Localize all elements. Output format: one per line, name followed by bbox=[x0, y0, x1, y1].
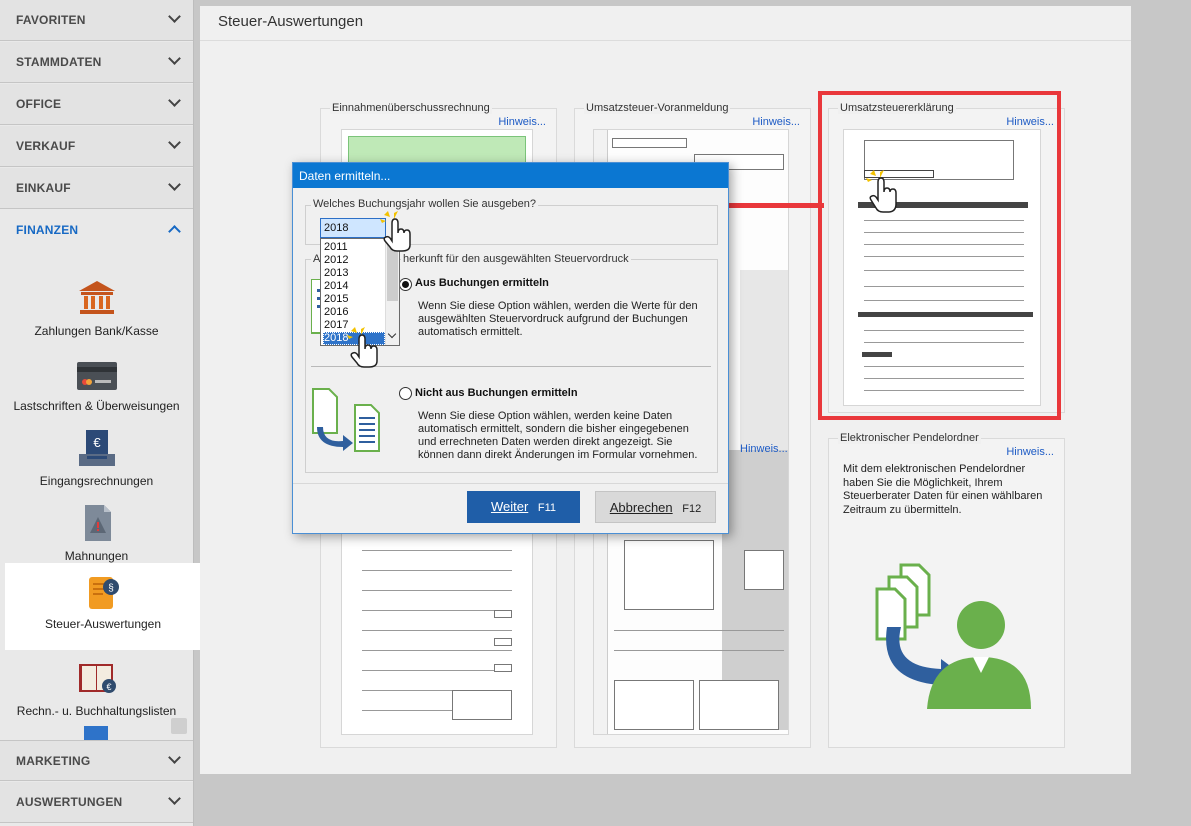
card-title: Elektronischer Pendelordner bbox=[838, 432, 981, 444]
hint-link[interactable]: Hinweis... bbox=[498, 116, 546, 128]
chevron-up-icon bbox=[168, 225, 181, 238]
option1-label[interactable]: Aus Buchungen ermitteln bbox=[415, 277, 549, 289]
svg-text:€: € bbox=[106, 682, 111, 692]
chevron-down-icon bbox=[168, 52, 181, 65]
hand-cursor-icon bbox=[866, 170, 897, 213]
year-group-label: Welches Buchungsjahr wollen Sie ausgeben… bbox=[311, 198, 538, 210]
sidebar-item-lastschriften[interactable]: Lastschriften & Überweisungen bbox=[0, 345, 193, 419]
credit-card-icon bbox=[76, 362, 117, 390]
card-pendelordner[interactable]: Elektronischer Pendelordner Hinweis... M… bbox=[828, 432, 1065, 748]
year-option[interactable]: 2014 bbox=[323, 280, 385, 293]
radio-aus-buchungen[interactable] bbox=[399, 278, 412, 291]
sidebar-item-mahnungen[interactable]: Mahnungen bbox=[0, 495, 193, 569]
dunning-warning-icon bbox=[84, 505, 111, 541]
tax-scroll-icon: § bbox=[89, 577, 119, 609]
weiter-button[interactable]: Weiter F11 bbox=[467, 491, 580, 523]
radio-nicht-aus-buchungen[interactable] bbox=[399, 387, 412, 400]
divider bbox=[200, 40, 1131, 41]
divider bbox=[293, 483, 728, 484]
incoming-invoice-icon: € bbox=[78, 430, 115, 466]
section-label: OFFICE bbox=[16, 97, 62, 111]
abbrechen-label: Abbrechen bbox=[609, 500, 673, 515]
sidebar-item-label: Mahnungen bbox=[64, 549, 129, 563]
hand-cursor-icon bbox=[380, 211, 411, 252]
sidebar-item-steuer-auswertungen[interactable]: § Steuer-Auswertungen bbox=[5, 563, 201, 650]
chevron-down-icon bbox=[168, 751, 181, 764]
svg-text:§: § bbox=[108, 583, 114, 594]
bank-icon bbox=[78, 281, 115, 314]
section-label: FAVORITEN bbox=[16, 13, 86, 27]
option1-description: Wenn Sie diese Option wählen, werden die… bbox=[418, 300, 698, 338]
option2-description: Wenn Sie diese Option wählen, werden kei… bbox=[418, 410, 698, 461]
sidebar-item-zahlungen[interactable]: Zahlungen Bank/Kasse bbox=[0, 270, 193, 344]
chevron-down-icon bbox=[168, 94, 181, 107]
abbrechen-shortcut: F12 bbox=[682, 503, 702, 515]
weiter-label: Weiter bbox=[490, 499, 529, 514]
sidebar-item-label: Steuer-Auswertungen bbox=[44, 617, 162, 631]
section-label: MARKETING bbox=[16, 754, 91, 768]
hint-link[interactable]: Hinweis... bbox=[1006, 446, 1054, 458]
section-label: FINANZEN bbox=[16, 223, 79, 237]
chevron-down-icon bbox=[168, 10, 181, 23]
document-transfer-icon bbox=[312, 388, 380, 452]
partial-icon bbox=[84, 726, 108, 740]
hint-link[interactable]: Hinweis... bbox=[752, 116, 800, 128]
card-description: Mit dem elektronischen Pendelordner habe… bbox=[843, 463, 1043, 516]
section-label: VERKAUF bbox=[16, 139, 76, 153]
pendelordner-transfer-icon bbox=[875, 563, 1031, 709]
card-title: Umsatzsteuer-Voranmeldung bbox=[584, 102, 731, 114]
card-title: Einnahmenüberschussrechnung bbox=[330, 102, 492, 114]
dialog-title: Daten ermitteln... bbox=[293, 163, 728, 188]
abbrechen-button[interactable]: Abbrechen F12 bbox=[595, 491, 716, 523]
svg-text:€: € bbox=[93, 435, 101, 450]
option2-label[interactable]: Nicht aus Buchungen ermitteln bbox=[415, 387, 578, 399]
chevron-down-icon bbox=[168, 178, 181, 191]
section-label: AUSWERTUNGEN bbox=[16, 795, 123, 809]
year-option[interactable]: 2016 bbox=[323, 306, 385, 319]
section-label: STAMMDATEN bbox=[16, 55, 102, 69]
sidebar-section-finanzen[interactable]: FINANZEN bbox=[0, 210, 193, 251]
section-label: EINKAUF bbox=[16, 181, 71, 195]
sidebar-section-stammdaten[interactable]: STAMMDATEN bbox=[0, 42, 193, 83]
sidebar-section-auswertungen[interactable]: AUSWERTUNGEN bbox=[0, 782, 193, 823]
year-select[interactable]: 2018 bbox=[320, 218, 386, 238]
ledger-book-icon: € bbox=[78, 664, 116, 693]
highlight-frame bbox=[818, 91, 1061, 420]
sidebar-section-office[interactable]: OFFICE bbox=[0, 84, 193, 125]
sidebar-item-label: Rechn.- u. Buchhaltungslisten bbox=[16, 704, 177, 718]
source-group-label: herkunft für den ausgewählten Steuervord… bbox=[401, 253, 631, 265]
chevron-down-icon bbox=[168, 792, 181, 805]
sidebar-item-buchhaltungslisten[interactable]: € Rechn.- u. Buchhaltungslisten bbox=[0, 650, 193, 724]
year-option[interactable]: 2013 bbox=[323, 267, 385, 280]
year-list-scrollbar[interactable] bbox=[385, 239, 399, 345]
sidebar-item-label: Eingangsrechnungen bbox=[39, 474, 154, 488]
collapse-heart-icon[interactable] bbox=[171, 718, 187, 734]
sidebar: FAVORITEN STAMMDATEN OFFICE VERKAUF EINK… bbox=[0, 0, 201, 826]
hand-cursor-icon bbox=[347, 327, 378, 368]
sidebar-section-favoriten[interactable]: FAVORITEN bbox=[0, 0, 193, 41]
weiter-shortcut: F11 bbox=[537, 502, 557, 514]
sidebar-section-marketing[interactable]: MARKETING bbox=[0, 740, 193, 781]
year-option[interactable]: 2015 bbox=[323, 293, 385, 306]
chevron-down-icon bbox=[387, 329, 397, 339]
sidebar-section-verkauf[interactable]: VERKAUF bbox=[0, 126, 193, 167]
hint-link[interactable]: Hinweis... bbox=[740, 443, 788, 455]
sidebar-section-einkauf[interactable]: EINKAUF bbox=[0, 168, 193, 209]
page-title: Steuer-Auswertungen bbox=[218, 13, 364, 30]
chevron-down-icon bbox=[168, 136, 181, 149]
year-option[interactable]: 2012 bbox=[323, 254, 385, 267]
sidebar-item-label: Zahlungen Bank/Kasse bbox=[34, 324, 159, 338]
sidebar-item-eingangsrechnungen[interactable]: € Eingangsrechnungen bbox=[0, 420, 193, 494]
year-option[interactable]: 2011 bbox=[323, 241, 385, 254]
daten-ermitteln-dialog: Daten ermitteln... Welches Buchungsjahr … bbox=[292, 162, 729, 534]
sidebar-item-label: Lastschriften & Überweisungen bbox=[13, 399, 180, 413]
